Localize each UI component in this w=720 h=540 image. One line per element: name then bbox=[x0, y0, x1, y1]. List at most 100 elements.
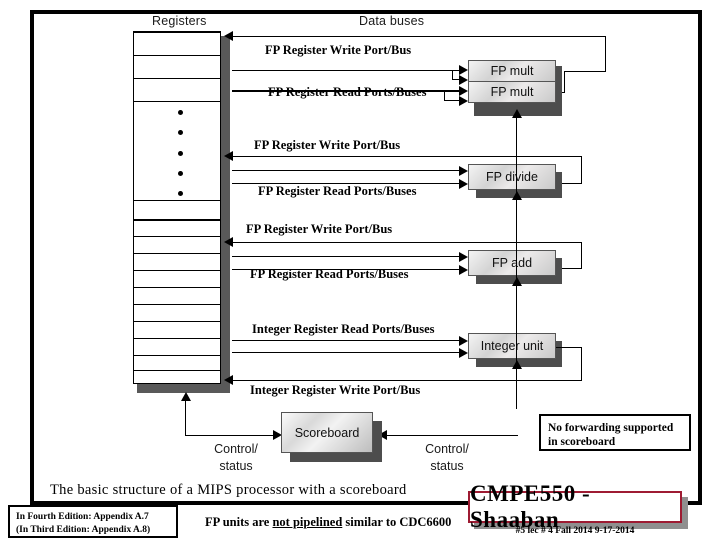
no-forwarding-note-line2: in scoreboard bbox=[548, 436, 616, 448]
fp-divide-read-bus-1 bbox=[232, 170, 464, 172]
register-row-divider bbox=[133, 236, 221, 238]
integer-write-bus-label: Integer Register Write Port/Bus bbox=[250, 383, 421, 397]
fp-add-write-arrowhead bbox=[224, 237, 233, 247]
data-buses-heading: Data buses bbox=[359, 14, 425, 28]
ellipsis-dot bbox=[178, 191, 183, 196]
fp-add-write-bus-label: FP Register Write Port/Bus bbox=[246, 222, 393, 236]
fp-mult-read-bus-1 bbox=[232, 70, 464, 72]
fp-mult-read-arrowhead-2 bbox=[459, 86, 468, 96]
regfile-control-riser bbox=[185, 399, 187, 436]
control-status-right-line2: status bbox=[430, 459, 464, 473]
course-banner: CMPE550 - Shaaban bbox=[468, 481, 682, 532]
fp-add-read-bus-1 bbox=[232, 256, 464, 258]
integer-read-bus-label: Integer Register Read Ports/Buses bbox=[252, 322, 435, 336]
register-bank-divider bbox=[133, 219, 221, 222]
register-row-divider bbox=[133, 101, 221, 103]
page-frame-right bbox=[698, 10, 702, 505]
fp-mult-write-arrowhead bbox=[224, 31, 233, 41]
register-row-divider bbox=[133, 304, 221, 306]
fp-mult-read-stub-a bbox=[452, 79, 466, 81]
register-row-divider bbox=[133, 200, 221, 202]
scoreboard-label: Scoreboard bbox=[294, 425, 360, 440]
fp-mult-read-arrowhead-1 bbox=[459, 65, 468, 75]
fp-mult-control-arrowhead bbox=[512, 109, 522, 118]
fp-mult-write-bus-label: FP Register Write Port/Bus bbox=[265, 43, 412, 57]
fp-divide-write-arrowhead bbox=[224, 151, 233, 161]
integer-read-bus-1 bbox=[232, 340, 464, 342]
slide-canvas: Registers Data buses FP mult FP mult FP … bbox=[0, 0, 720, 540]
integer-read-arrowhead-1 bbox=[459, 336, 468, 346]
fp-mult-unit-2[interactable]: FP mult bbox=[468, 81, 556, 103]
fp-pipeline-note-post: similar to CDC6600 bbox=[342, 515, 452, 529]
fp-add-read-arrowhead-1 bbox=[459, 252, 468, 262]
fp-divide-read-bus-label: FP Register Read Ports/Buses bbox=[258, 184, 417, 198]
fp-add-control-arrowhead bbox=[512, 277, 522, 286]
fp-divide-read-arrowhead-1 bbox=[459, 166, 468, 176]
fp-pipeline-note-emphasis: not pipelined bbox=[272, 515, 343, 529]
integer-control-arrowhead bbox=[512, 360, 522, 369]
integer-out bbox=[556, 347, 582, 349]
fp-pipeline-note-pre: FP units are bbox=[205, 515, 273, 529]
register-row-divider bbox=[133, 270, 221, 272]
register-row-divider bbox=[133, 370, 221, 372]
scoreboard-box[interactable]: Scoreboard bbox=[281, 412, 373, 453]
fp-add-read-arrowhead-2 bbox=[459, 265, 468, 275]
fp-add-unit-label: FP add bbox=[491, 256, 533, 270]
ellipsis-dot bbox=[178, 151, 183, 156]
fp-mult-read-stub-b bbox=[444, 100, 466, 102]
integer-writeback-riser bbox=[581, 347, 583, 381]
fp-divide-read-arrowhead-2 bbox=[459, 179, 468, 189]
fp-add-read-bus-label: FP Register Read Ports/Buses bbox=[250, 267, 409, 281]
fp-add-write-bus bbox=[232, 242, 582, 244]
control-status-left: Control/ status bbox=[205, 441, 267, 475]
integer-unit[interactable]: Integer unit bbox=[468, 333, 556, 359]
fp-add-unit[interactable]: FP add bbox=[468, 250, 556, 276]
register-row-divider bbox=[133, 55, 221, 57]
register-file bbox=[133, 32, 221, 384]
fp-mult-out-1 bbox=[564, 71, 606, 73]
fp-divide-control-arrowhead bbox=[512, 191, 522, 200]
fp-divide-unit[interactable]: FP divide bbox=[468, 164, 556, 190]
fp-pipeline-note: FP units are not pipelined similar to CD… bbox=[205, 515, 451, 530]
ellipsis-dot bbox=[178, 110, 183, 115]
control-status-left-line1: Control/ bbox=[214, 442, 258, 456]
register-row-divider bbox=[133, 78, 221, 80]
fp-divide-writeback-riser bbox=[581, 156, 583, 184]
edition-reference-box: In Fourth Edition: Appendix A.7 (In Thir… bbox=[8, 505, 178, 538]
ellipsis-dot bbox=[178, 171, 183, 176]
fp-add-writeback-riser bbox=[581, 242, 583, 269]
fp-mult-unit-1-label: FP mult bbox=[490, 64, 534, 78]
integer-read-arrowhead-2 bbox=[459, 348, 468, 358]
no-forwarding-note-line1: No forwarding supported bbox=[548, 422, 674, 434]
register-file-shadow-right bbox=[221, 36, 230, 388]
fp-mult-unit-1[interactable]: FP mult bbox=[468, 60, 556, 82]
regfile-control-arrowhead bbox=[181, 392, 191, 401]
register-row-divider bbox=[133, 253, 221, 255]
register-row-divider bbox=[133, 321, 221, 323]
integer-unit-label: Integer unit bbox=[480, 339, 544, 353]
edition-reference-line1: In Fourth Edition: Appendix A.7 bbox=[16, 512, 149, 522]
ellipsis-dot bbox=[178, 130, 183, 135]
no-forwarding-note: No forwarding supported in scoreboard bbox=[539, 414, 691, 451]
page-frame-left bbox=[30, 10, 34, 505]
fp-mult-write-bus bbox=[232, 36, 606, 38]
fp-mult-writeback-riser bbox=[605, 36, 607, 72]
integer-read-bus-2 bbox=[232, 352, 464, 354]
fp-mult-read-riser-b bbox=[444, 90, 446, 100]
fp-divide-unit-label: FP divide bbox=[486, 170, 538, 184]
register-row-divider bbox=[133, 355, 221, 357]
registers-heading: Registers bbox=[152, 14, 207, 28]
page-title: The basic structure of a MIPS processor … bbox=[50, 482, 407, 498]
register-row-divider bbox=[133, 338, 221, 340]
integer-write-bus bbox=[232, 380, 582, 382]
register-row-divider bbox=[133, 287, 221, 289]
edition-reference-line2: (In Third Edition: Appendix A.8) bbox=[16, 525, 151, 535]
fp-divide-write-bus bbox=[232, 156, 582, 158]
fp-divide-write-bus-label: FP Register Write Port/Bus bbox=[254, 138, 401, 152]
control-status-right: Control/ status bbox=[416, 441, 478, 475]
integer-write-arrowhead bbox=[224, 375, 233, 385]
fp-mult-read-bus-label: FP Register Read Ports/Buses bbox=[268, 85, 427, 99]
course-banner-subtitle: #5 lec # 4 Fall 2014 9-17-2014 bbox=[515, 526, 635, 536]
scoreboard-left-control-wire bbox=[185, 435, 273, 437]
control-status-left-line2: status bbox=[219, 459, 253, 473]
